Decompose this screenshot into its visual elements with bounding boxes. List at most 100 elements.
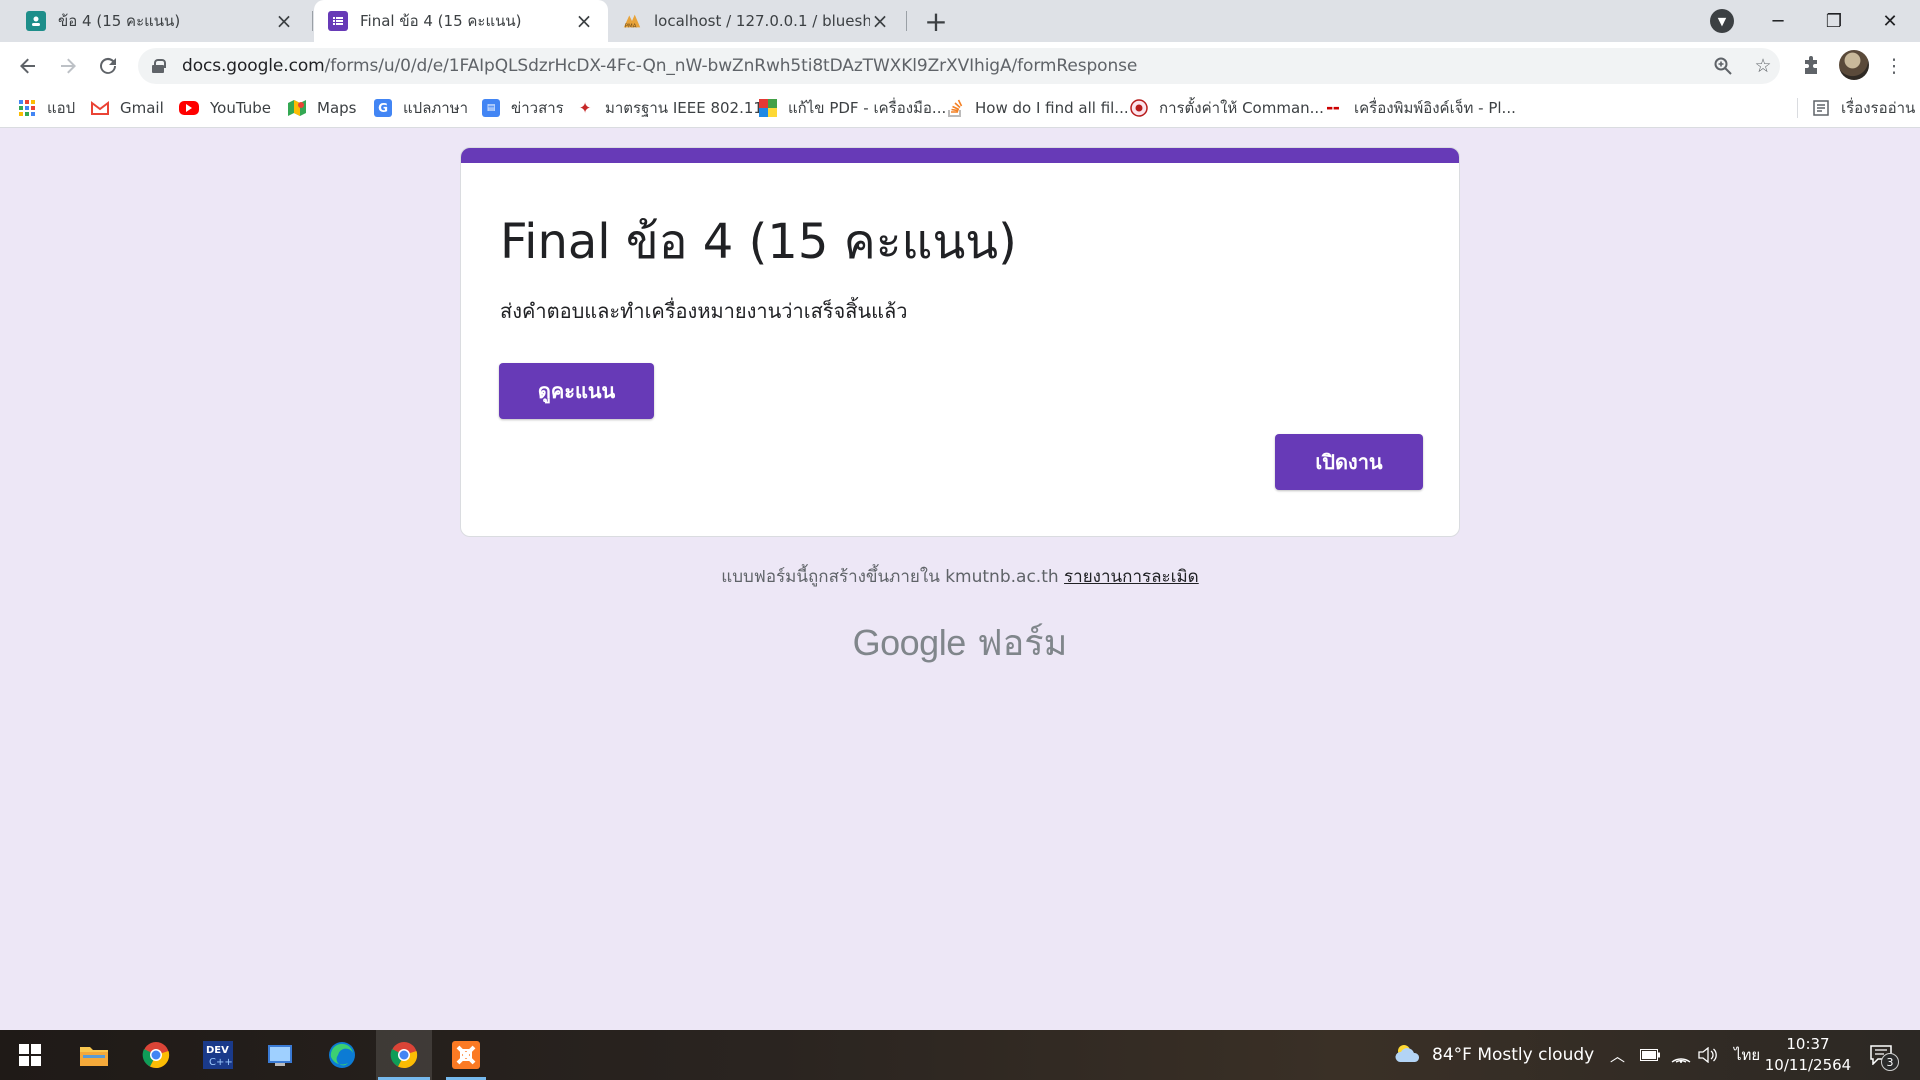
windows-icon xyxy=(19,1044,41,1066)
devcpp-icon[interactable]: DEV C++ xyxy=(190,1030,246,1080)
bookmark-label: แก้ไข PDF - เครื่องมือ... xyxy=(788,99,947,117)
menu-kebab-icon[interactable]: ⋮ xyxy=(1880,52,1908,80)
brand-google: Google xyxy=(852,622,967,663)
tab-separator xyxy=(906,11,907,31)
bookmark-pdf[interactable]: แก้ไข PDF - เครื่องมือ... xyxy=(759,90,946,126)
bookmark-canon[interactable]: ▬▬ เครื่องพิมพ์อิงค์เจ็ท - Pl... xyxy=(1323,90,1516,126)
url-host: docs.google.com xyxy=(182,56,325,76)
browser-toolbar: docs.google.com/forms/u/0/d/e/1FAIpQLSdz… xyxy=(0,42,1920,90)
bookmark-label: ข่าวสาร xyxy=(511,99,564,117)
form-title: Final ข้อ 4 (15 คะแนน) xyxy=(500,214,1017,270)
bookmark-label: มาตรฐาน IEEE 802.11 xyxy=(605,99,763,117)
bookmark-label: Gmail xyxy=(120,99,164,117)
svg-text:PMA: PMA xyxy=(625,23,637,29)
confirmation-message: ส่งคำตอบและทำเครื่องหมายงานว่าเสร็จสิ้นแ… xyxy=(500,299,908,323)
form-confirmation-card: Final ข้อ 4 (15 คะแนน) ส่งคำตอบและทำเครื… xyxy=(460,147,1460,537)
start-button[interactable] xyxy=(2,1030,58,1080)
lock-icon[interactable] xyxy=(152,59,166,73)
address-bar[interactable]: docs.google.com/forms/u/0/d/e/1FAIpQLSdz… xyxy=(138,48,1780,84)
reading-list-button[interactable]: เรื่องรออ่าน xyxy=(1812,90,1915,126)
bookmark-label: การตั้งค่าให้ Comman... xyxy=(1159,99,1324,117)
chrome-active-icon[interactable] xyxy=(376,1030,432,1080)
brand-forms: ฟอร์ม xyxy=(977,623,1068,664)
classroom-icon xyxy=(26,11,46,31)
bookmark-label: How do I find all fil... xyxy=(975,99,1129,117)
xampp-icon[interactable] xyxy=(438,1030,494,1080)
extensions-icon[interactable] xyxy=(1797,52,1825,80)
clock-time: 10:37 xyxy=(1786,1035,1830,1053)
weather-widget[interactable]: 84°F Mostly cloudy xyxy=(1394,1030,1594,1080)
system-clock[interactable]: 10:37 10/11/2564 xyxy=(1760,1034,1856,1076)
translate-icon: G xyxy=(374,99,392,117)
cloud-icon xyxy=(1394,1043,1422,1068)
close-window-button[interactable]: ✕ xyxy=(1862,0,1918,42)
youtube-icon xyxy=(179,101,199,115)
bookmark-gmail[interactable]: Gmail xyxy=(91,90,164,126)
forms-icon xyxy=(328,11,348,31)
bookmark-label: แปลภาษา xyxy=(403,99,469,117)
back-icon[interactable] xyxy=(12,50,44,82)
file-explorer-icon[interactable] xyxy=(66,1030,122,1080)
forward-icon[interactable] xyxy=(52,50,84,82)
chrome-icon[interactable] xyxy=(128,1030,184,1080)
ieee-icon: ✦ xyxy=(578,99,592,117)
bookmark-label: YouTube xyxy=(210,99,271,117)
svg-text:C++: C++ xyxy=(209,1057,233,1068)
input-language[interactable]: ไทย xyxy=(1734,1030,1760,1080)
card-accent-bar xyxy=(461,148,1459,163)
url-path: /forms/u/0/d/e/1FAIpQLSdzrHcDX-4Fc-Qn_nW… xyxy=(324,56,1138,76)
bookmark-apps[interactable]: แอป xyxy=(18,90,75,126)
browser-tab-3[interactable]: PMA localhost / 127.0.0.1 / blueshop / × xyxy=(608,0,904,42)
bookmark-youtube[interactable]: YouTube xyxy=(179,90,271,126)
news-icon: ▤ xyxy=(482,99,500,117)
url-text: docs.google.com/forms/u/0/d/e/1FAIpQLSdz… xyxy=(182,56,1137,76)
new-tab-button[interactable]: + xyxy=(919,4,953,38)
pdf-icon xyxy=(759,99,777,117)
bookmark-ieee[interactable]: ✦ มาตรฐาน IEEE 802.11 xyxy=(576,90,763,126)
bookmark-translate[interactable]: G แปลภาษา xyxy=(374,90,468,126)
tab-separator xyxy=(312,11,313,31)
phpmyadmin-icon: PMA xyxy=(622,11,642,31)
bookmark-settings-page[interactable]: การตั้งค่าให้ Comman... xyxy=(1130,90,1324,126)
bookmark-news[interactable]: ▤ ข่าวสาร xyxy=(482,90,564,126)
report-abuse-link[interactable]: รายงานการละเมิด xyxy=(1064,567,1199,587)
tab-title: localhost / 127.0.0.1 / blueshop / xyxy=(654,12,870,30)
tab-search-icon[interactable]: ▼ xyxy=(1710,9,1734,33)
close-tab-icon[interactable]: × xyxy=(574,9,594,33)
wifi-icon[interactable] xyxy=(1671,1030,1691,1080)
seal-icon xyxy=(1130,99,1148,117)
zoom-icon[interactable] xyxy=(1712,55,1734,77)
battery-icon[interactable] xyxy=(1640,1030,1660,1080)
show-hidden-icons[interactable]: ︿ xyxy=(1610,1030,1625,1080)
google-forms-logo[interactable]: Google ฟอร์ม xyxy=(0,614,1920,671)
bookmark-stackoverflow[interactable]: How do I find all fil... xyxy=(946,90,1129,126)
view-score-button[interactable]: ดูคะแนน xyxy=(499,363,654,419)
reading-list-label: เรื่องรออ่าน xyxy=(1841,99,1916,117)
maps-icon xyxy=(288,99,306,117)
action-center-icon[interactable]: 3 xyxy=(1866,1040,1899,1071)
apps-grid-icon xyxy=(18,99,36,117)
bookmarks-bar: แอป Gmail YouTube Maps G แปลภาษา ▤ ข่าวส… xyxy=(0,90,1920,128)
close-tab-icon[interactable]: × xyxy=(870,9,890,33)
restore-button[interactable]: ❐ xyxy=(1806,0,1862,42)
close-tab-icon[interactable]: × xyxy=(274,9,294,33)
tab-title: ข้อ 4 (15 คะแนน) xyxy=(58,12,181,30)
control-panel-icon[interactable] xyxy=(252,1030,308,1080)
gmail-icon xyxy=(91,99,109,117)
bookmark-label: แอป xyxy=(47,99,76,117)
minimize-button[interactable]: ─ xyxy=(1750,0,1806,42)
open-work-button[interactable]: เปิดงาน xyxy=(1275,434,1423,490)
windows-taskbar: DEV C++ 84°F Mostly cloudy ︿ ไทย 10:37 10… xyxy=(0,1030,1920,1080)
bookmark-star-icon[interactable]: ☆ xyxy=(1752,55,1774,77)
bookmark-label: เครื่องพิมพ์อิงค์เจ็ท - Pl... xyxy=(1354,99,1516,117)
profile-avatar[interactable] xyxy=(1839,50,1869,80)
edge-icon[interactable] xyxy=(314,1030,370,1080)
form-footer: แบบฟอร์มนี้ถูกสร้างขึ้นภายใน kmutnb.ac.t… xyxy=(0,563,1920,590)
browser-tab-2[interactable]: Final ข้อ 4 (15 คะแนน) × xyxy=(314,0,608,42)
volume-icon[interactable] xyxy=(1698,1030,1718,1080)
reload-icon[interactable] xyxy=(92,50,124,82)
bookmark-maps[interactable]: Maps xyxy=(288,90,356,126)
weather-text: 84°F Mostly cloudy xyxy=(1432,1045,1595,1065)
clock-date: 10/11/2564 xyxy=(1764,1056,1852,1074)
browser-tab-1[interactable]: ข้อ 4 (15 คะแนน) × xyxy=(12,0,308,42)
